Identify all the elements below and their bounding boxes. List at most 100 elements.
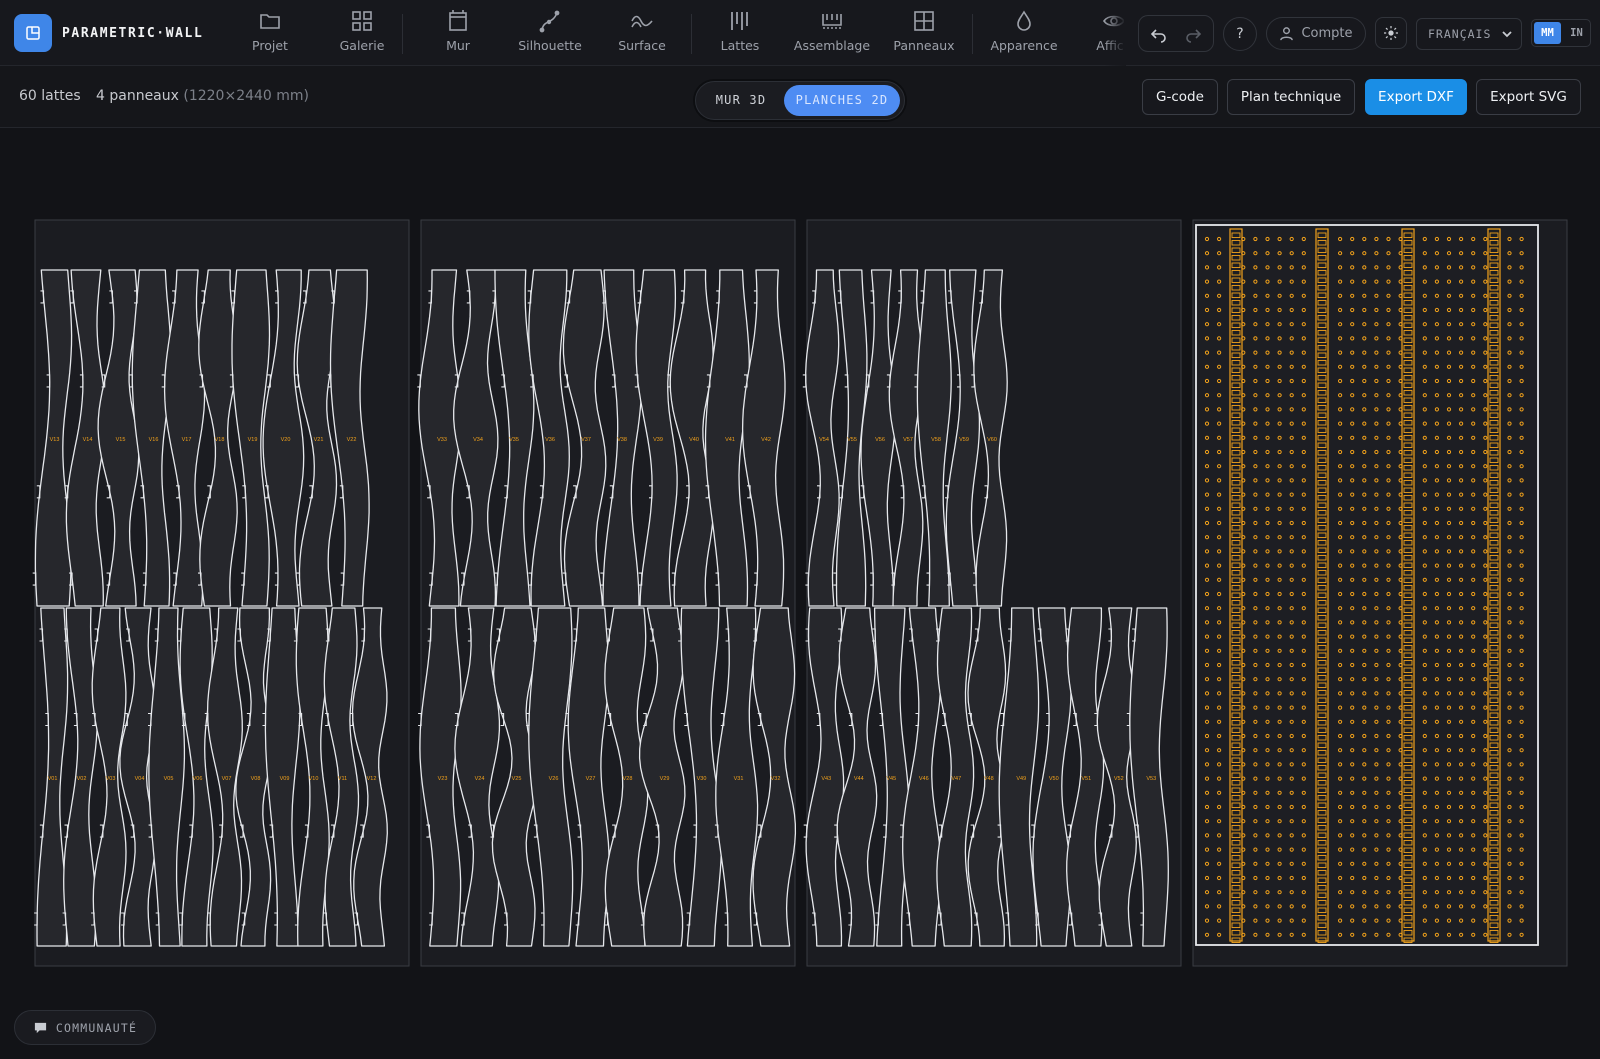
gcode-button[interactable]: G-code: [1142, 79, 1218, 115]
slat-label: V31: [734, 776, 744, 782]
slat-label: V60: [987, 437, 997, 443]
slat-label: V30: [697, 776, 707, 782]
nav-galerie[interactable]: Galerie: [316, 0, 408, 66]
export-svg-button[interactable]: Export SVG: [1476, 79, 1581, 115]
language-value: FRANÇAIS: [1428, 27, 1492, 41]
slat-label: V43: [821, 776, 831, 782]
slat-label: V13: [50, 437, 60, 443]
slat-label: V35: [509, 437, 519, 443]
community-label: COMMUNAUTÉ: [55, 1020, 138, 1035]
slat-label: V26: [549, 776, 559, 782]
wall-icon: [449, 10, 467, 31]
nav-label: Panneaux: [893, 38, 955, 53]
slat-label: V20: [281, 437, 291, 443]
slat-label: V03: [106, 776, 116, 782]
slat-label: V56: [875, 437, 885, 443]
slat-label: V58: [931, 437, 941, 443]
theme-toggle-button[interactable]: [1375, 17, 1407, 49]
slat-label: V36: [545, 437, 555, 443]
nav-apparence[interactable]: Apparence: [978, 0, 1070, 66]
language-select[interactable]: FRANÇAIS: [1416, 18, 1522, 50]
slat-label: V14: [83, 437, 93, 443]
slat-label: V54: [819, 437, 829, 443]
history-controls: [1138, 15, 1214, 52]
nav-silhouette[interactable]: Silhouette: [504, 0, 596, 66]
slat-label: V45: [886, 776, 896, 782]
nav-panneaux[interactable]: Panneaux: [878, 0, 970, 66]
slat-label: V37: [581, 437, 591, 443]
nav-scroll-fade: [1104, 0, 1126, 66]
panel-count-value: 4 panneaux: [96, 88, 179, 104]
slat-label: V52: [1114, 776, 1124, 782]
redo-icon[interactable]: [1183, 24, 1203, 44]
view-mur-3d[interactable]: MUR 3D: [699, 85, 783, 116]
nav-label: Assemblage: [793, 38, 871, 53]
view-planches-2d[interactable]: PLANCHES 2D: [784, 85, 900, 116]
community-button[interactable]: COMMUNAUTÉ: [14, 1010, 156, 1045]
slat-label: V46: [919, 776, 929, 782]
panels-icon: [914, 11, 934, 31]
slat-label: V42: [761, 437, 771, 443]
slat-label: V49: [1016, 776, 1026, 782]
nav-lattes[interactable]: Lattes: [694, 0, 786, 66]
nav-label: Mur: [446, 38, 470, 53]
export-dxf-button[interactable]: Export DXF: [1365, 79, 1467, 115]
nav-surface[interactable]: Surface: [596, 0, 688, 66]
help-button[interactable]: ?: [1223, 17, 1257, 51]
slat-label: V53: [1146, 776, 1156, 782]
slat-label: V32: [771, 776, 781, 782]
slat-count: 60 lattes: [19, 88, 81, 104]
slat-label: V25: [512, 776, 522, 782]
slat-label: V39: [653, 437, 663, 443]
unit-mm[interactable]: MM: [1534, 22, 1561, 44]
nav-label: Apparence: [990, 38, 1058, 53]
account-button[interactable]: Compte: [1266, 17, 1366, 50]
wave-icon: [631, 15, 653, 28]
undo-icon[interactable]: [1149, 24, 1169, 44]
nav-divider: [402, 14, 403, 54]
slat-label: V41: [725, 437, 735, 443]
technical-plan-button[interactable]: Plan technique: [1227, 79, 1355, 115]
account-label: Compte: [1301, 26, 1353, 41]
chevron-down-icon: [1502, 31, 1512, 38]
slat-label: V50: [1049, 776, 1059, 782]
grid-icon: [352, 11, 372, 31]
view-toggle: MUR 3D PLANCHES 2D: [695, 81, 905, 120]
top-toolbar: PARAMETRIC·WALL Projet Galerie Mur Silho…: [0, 0, 1600, 66]
panel-count: 4 panneaux (1220×2440 mm): [96, 88, 309, 104]
sun-icon: [1384, 26, 1398, 40]
unit-in[interactable]: IN: [1563, 20, 1590, 46]
slat-notch: [32, 572, 37, 586]
unit-toggle: MM IN: [1531, 19, 1591, 47]
slat-label: V15: [116, 437, 126, 443]
app-name: PARAMETRIC·WALL: [62, 25, 204, 41]
slat-notch: [417, 374, 421, 388]
slat-label: V19: [248, 437, 258, 443]
nav-label: Lattes: [720, 38, 760, 53]
nav-assemblage[interactable]: Assemblage: [786, 0, 878, 66]
nav-mur[interactable]: Mur: [412, 0, 504, 66]
brand: PARAMETRIC·WALL: [14, 14, 203, 52]
nav-label: Projet: [252, 38, 288, 53]
slat-label: V23: [438, 776, 448, 782]
slat-label: V51: [1081, 776, 1091, 782]
curve-icon: [539, 10, 560, 33]
nav-divider: [972, 14, 973, 54]
slat-label: V22: [347, 437, 357, 443]
slat-label: V59: [959, 437, 969, 443]
slat-label: V38: [617, 437, 627, 443]
slat-label: V34: [473, 437, 483, 443]
sheets-canvas: V13 V14 V15 V16 V17 V18 V19 V20 V21 V22 V01 V02 V03 V…: [0, 128, 1600, 1059]
slat-label: V09: [280, 776, 290, 782]
slat-label: V48: [984, 776, 994, 782]
sheets-layout: V13 V14 V15 V16 V17 V18 V19 V20 V21 V22 V01 V02 V03 V…: [32, 219, 1568, 967]
panel-drill-sheet: [1195, 224, 1539, 946]
slat-notch: [418, 712, 422, 727]
main-nav: Projet Galerie Mur Silhouette Surface La…: [224, 0, 1124, 66]
slat-label: V17: [182, 437, 192, 443]
nav-label: Galerie: [339, 38, 385, 53]
slat-label: V24: [475, 776, 485, 782]
nav-projet[interactable]: Projet: [224, 0, 316, 66]
slat-label: V18: [215, 437, 225, 443]
slat-label: V27: [586, 776, 596, 782]
